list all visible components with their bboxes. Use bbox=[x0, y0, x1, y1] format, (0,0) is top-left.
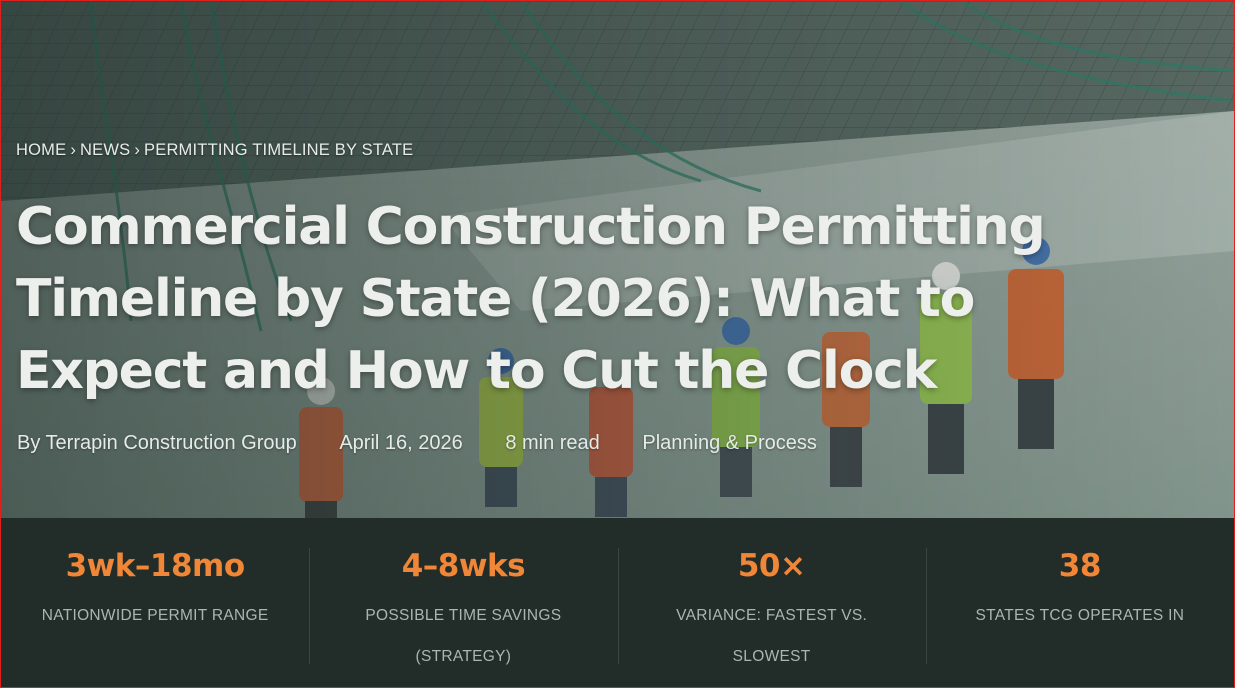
breadcrumb-current: PERMITTING TIMELINE BY STATE bbox=[144, 141, 414, 159]
stat-item: 50× VARIANCE: FASTEST VS. SLOWEST bbox=[617, 518, 926, 687]
breadcrumb-separator: › bbox=[134, 141, 141, 159]
article-category-link[interactable]: Planning & Process bbox=[642, 432, 817, 454]
breadcrumb-home-link[interactable]: HOME bbox=[16, 141, 66, 159]
stat-item: 4–8wks POSSIBLE TIME SAVINGS (STRATEGY) bbox=[309, 518, 617, 687]
stat-label: STATES TCG OPERATES IN bbox=[975, 607, 1185, 624]
stat-item: 38 STATES TCG OPERATES IN bbox=[925, 518, 1234, 687]
stat-label: VARIANCE: FASTEST VS. SLOWEST bbox=[676, 607, 868, 665]
stat-value: 4–8wks bbox=[401, 548, 526, 584]
hero-banner: HOME › NEWS › PERMITTING TIMELINE BY STATE C… bbox=[1, 1, 1234, 518]
article-author: By Terrapin Construction Group bbox=[17, 432, 297, 454]
article-date: April 16, 2026 bbox=[339, 432, 463, 454]
article-meta: By Terrapin Construction Group April 16,… bbox=[17, 432, 817, 455]
stat-value: 38 bbox=[1058, 548, 1102, 584]
stat-label: NATIONWIDE PERMIT RANGE bbox=[41, 607, 269, 624]
article-read-time: 8 min read bbox=[505, 432, 600, 454]
stat-item: 3wk–18mo NATIONWIDE PERMIT RANGE bbox=[1, 518, 309, 687]
article-title: Commercial Construction Permitting Timel… bbox=[16, 197, 1046, 401]
breadcrumb-separator: › bbox=[70, 141, 77, 159]
breadcrumb-news-link[interactable]: NEWS bbox=[80, 141, 130, 159]
stat-value: 3wk–18mo bbox=[65, 548, 246, 584]
stats-bar: 3wk–18mo NATIONWIDE PERMIT RANGE 4–8wks … bbox=[1, 518, 1234, 687]
stat-value: 50× bbox=[737, 548, 806, 584]
breadcrumb: HOME › NEWS › PERMITTING TIMELINE BY STATE bbox=[16, 141, 413, 160]
stat-label: POSSIBLE TIME SAVINGS (STRATEGY) bbox=[365, 607, 562, 665]
